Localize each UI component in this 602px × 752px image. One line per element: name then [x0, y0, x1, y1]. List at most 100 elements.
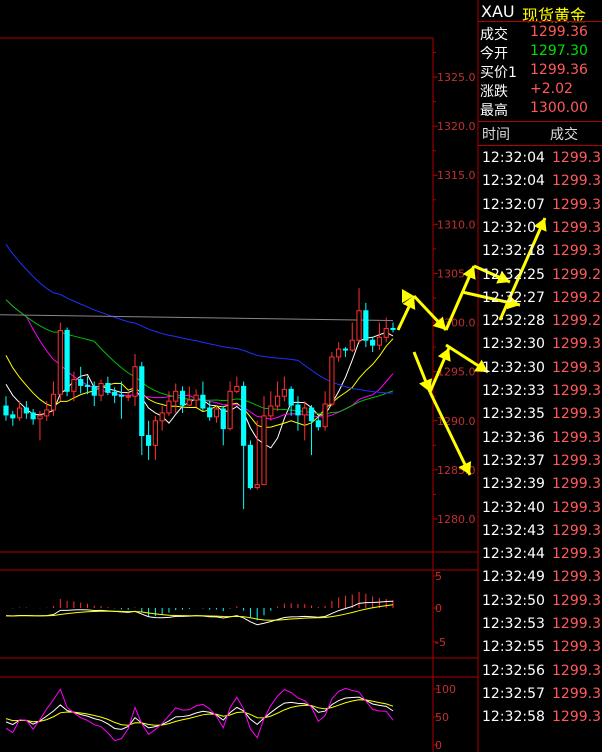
quote-value: 1299.36 [530, 24, 588, 40]
candle-body [166, 400, 172, 414]
candle-body [193, 394, 199, 401]
candle-body [200, 394, 206, 409]
tick-row[interactable]: 12:32:25 1299.2 [478, 264, 602, 287]
ma60-line [5, 243, 394, 394]
tick-row[interactable]: 12:32:55 1299.3 [478, 636, 602, 659]
candle-body [37, 415, 43, 420]
tick-row[interactable]: 12:32:50 1299.3 [478, 590, 602, 613]
tick-time: 12:32:50 [482, 592, 545, 609]
arrow-shaft [428, 391, 472, 476]
tick-price: 1299.3 [552, 592, 601, 609]
tick-price: 1299.3 [552, 452, 601, 469]
tick-price: 1299.3 [552, 243, 601, 260]
tick-row[interactable]: 12:32:40 1299.3 [478, 497, 602, 520]
tick-row[interactable]: 12:32:56 1299.3 [478, 660, 602, 683]
candle-body [295, 404, 301, 416]
tick-price: 1299.3 [552, 616, 601, 632]
tick-time: 12:32:36 [482, 429, 545, 446]
tick-row[interactable]: 12:32:43 1299.3 [478, 520, 602, 543]
tick-time: 12:32:37 [482, 452, 545, 469]
tick-row[interactable]: 12:32:07 1299.3 [478, 194, 602, 217]
tick-price: 1299.2 [552, 266, 601, 283]
tick-row[interactable]: 12:32:39 1299.3 [478, 473, 602, 496]
candle-body [207, 407, 213, 418]
candle-body [23, 407, 29, 414]
tick-time: 12:32:28 [482, 313, 545, 330]
candle-body [98, 382, 104, 396]
tick-time: 12:32:49 [482, 569, 545, 586]
quote-value: 1300.00 [530, 100, 588, 116]
quote-value: 1297.30 [530, 43, 588, 59]
tick-time: 12:32:18 [482, 243, 545, 260]
candle-body [302, 407, 308, 416]
tick-row[interactable]: 12:32:49 1299.3 [478, 566, 602, 589]
tick-price: 1299.3 [552, 219, 601, 236]
kdj-j-line [5, 687, 394, 742]
tick-price: 1299.3 [552, 429, 601, 446]
tick-row[interactable]: 12:32:0 1299.3 [478, 217, 602, 240]
tick-time: 12:32:39 [482, 476, 545, 493]
tick-row[interactable]: 12:32:35 1299.3 [478, 403, 602, 426]
tick-row[interactable]: 12:32:58 1299.3 [478, 706, 602, 729]
tick-row[interactable]: 12:32:18 1299.3 [478, 240, 602, 263]
quote-row-high: 最高 1300.00 [478, 100, 602, 120]
macd-dif-line [5, 600, 394, 626]
tick-row[interactable]: 12:32:04 1299.3 [478, 170, 602, 193]
candle-body [234, 385, 240, 392]
tick-time: 12:32:43 [482, 522, 545, 539]
candle-body [173, 390, 179, 402]
price-tick-label: 1320.0 [437, 120, 476, 133]
tick-row[interactable]: 12:32:57 1299.3 [478, 683, 602, 706]
kdj-tick-label: 100 [435, 683, 456, 696]
candle-body [118, 394, 125, 397]
tick-row[interactable]: 12:32:37 1299.3 [478, 450, 602, 473]
tick-row[interactable]: 12:32:04 1299.3 [478, 147, 602, 170]
tick-price: 1299.3 [552, 196, 601, 213]
quote-value: +2.02 [530, 81, 573, 97]
macd-indicator: 5 0 -5 [5, 570, 446, 649]
tick-price: 1299.3 [552, 522, 601, 539]
instrument-symbol: XAU [481, 2, 515, 21]
candle-body [281, 388, 287, 397]
tick-price: 1299.3 [552, 639, 601, 656]
tick-price: 1299.2 [552, 313, 601, 330]
tick-row[interactable]: 12:32:53 1299.3 [478, 613, 602, 636]
tick-row[interactable]: 12:32:27 1299.2 [478, 287, 602, 310]
tick-row[interactable]: 12:32:30 1299.3 [478, 333, 602, 356]
candle-body [112, 391, 118, 396]
quote-label: 涨跌 [480, 84, 508, 100]
tick-row[interactable]: 12:32:44 1299.3 [478, 543, 602, 566]
candle-body [383, 327, 389, 338]
quote-divider [478, 121, 602, 122]
price-tick-label: 1315.0 [437, 169, 476, 182]
price-tick-label: 1295.0 [437, 366, 476, 379]
quote-value: 1299.36 [530, 62, 588, 78]
tick-time: 12:32:55 [482, 639, 545, 656]
quote-label: 今开 [480, 46, 508, 62]
candle-body [91, 385, 97, 396]
quote-label: 最高 [480, 103, 508, 119]
tick-price: 1299.3 [552, 359, 601, 376]
tick-row[interactable]: 12:32:28 1299.2 [478, 310, 602, 333]
tick-price: 1299.3 [552, 662, 601, 679]
candle-body [44, 409, 50, 417]
tick-time: 12:32:27 [482, 289, 545, 306]
quote-label: 成交 [480, 27, 508, 43]
tick-time: 12:32:0 [482, 219, 536, 236]
tick-row[interactable]: 12:32:30 1299.3 [478, 357, 602, 380]
tick-row[interactable]: 12:32:33 1299.3 [478, 380, 602, 403]
candle-body [78, 379, 84, 386]
candle-body [179, 390, 186, 406]
ma120-line [0, 314, 394, 322]
quote-row-last: 成交 1299.36 [478, 24, 602, 44]
macd-tick-label: 5 [435, 570, 442, 583]
candle-body [288, 388, 294, 406]
tick-time: 12:32:04 [482, 150, 545, 166]
candle-body [159, 412, 165, 422]
tick-time: 12:32:07 [482, 196, 545, 213]
macd-tick-label: 0 [435, 602, 442, 615]
tick-row[interactable]: 12:32:36 1299.3 [478, 427, 602, 450]
tick-time: 12:32:04 [482, 173, 545, 190]
ticks-divider [478, 145, 602, 146]
tick-price: 1299.3 [552, 569, 601, 586]
